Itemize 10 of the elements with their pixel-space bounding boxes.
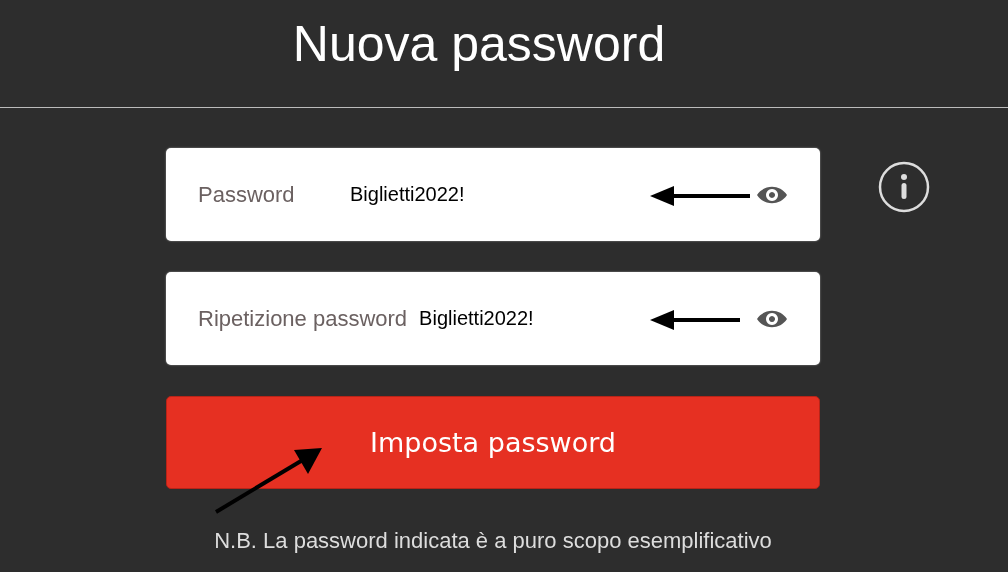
field-label: Ripetizione password: [198, 305, 408, 332]
info-icon[interactable]: [878, 161, 930, 213]
field-label: Password: [198, 181, 296, 208]
password-input[interactable]: Biglietti2022!: [350, 183, 543, 206]
show-password-icon[interactable]: [756, 308, 788, 329]
show-password-icon[interactable]: [756, 184, 788, 205]
password-input[interactable]: Biglietti2022!: [419, 307, 613, 330]
page-title: Nuova password: [292, 14, 666, 73]
disclaimer-note: N.B. La password indicata è a puro scopo esemplificativo: [213, 528, 773, 554]
set-password-button[interactable]: Imposta password: [166, 396, 820, 489]
